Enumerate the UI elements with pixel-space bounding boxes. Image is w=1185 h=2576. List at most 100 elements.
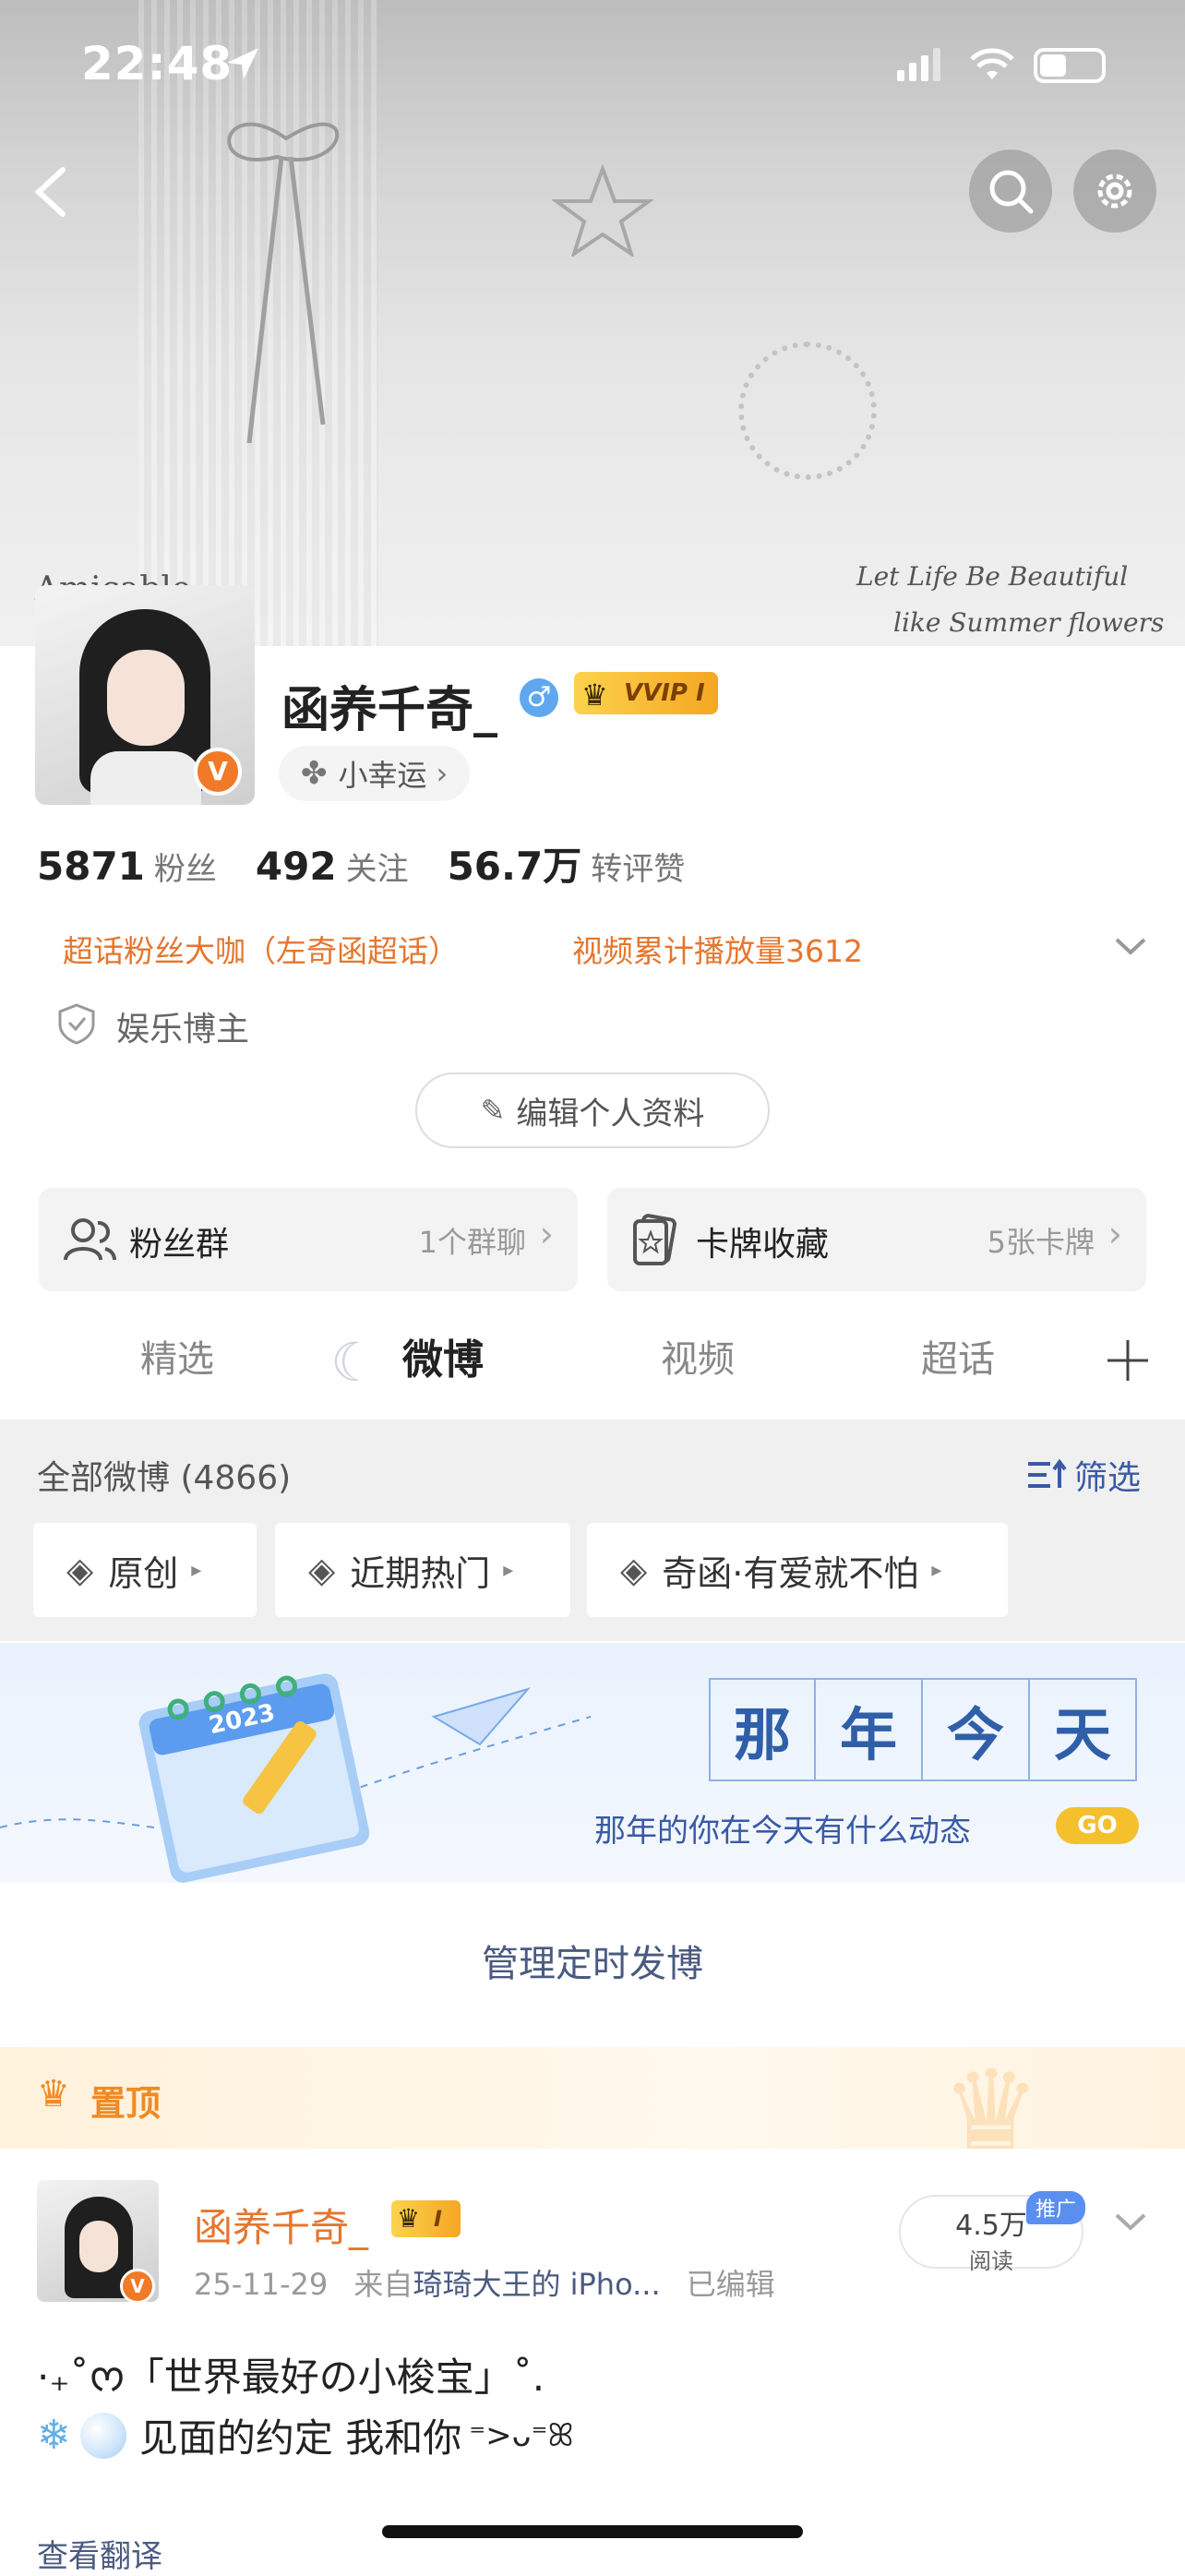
post-source-prefix: 来自 — [353, 2267, 413, 2302]
filter-chip-original[interactable]: ◈ 原创 ▸ — [33, 1523, 257, 1617]
banner-title: 那 年 今 天 — [709, 1678, 1137, 1781]
caret-right-icon: ▸ — [931, 1558, 942, 1582]
post-line-1: ·₊˚ᰔ「世界最好の小梭宝」˚. — [37, 2354, 545, 2400]
banner-title-char: 天 — [1030, 1678, 1137, 1781]
battery-icon — [1034, 48, 1106, 83]
card-collection-icon — [633, 1214, 676, 1265]
vip-badge[interactable]: ♛ VVIP I — [574, 672, 718, 714]
tab-weibo[interactable]: 微博 — [402, 1326, 484, 1385]
category-label: 娱乐博主 — [116, 1011, 250, 1048]
bow-decor — [227, 122, 340, 444]
snowflake-icon: ❄ — [37, 2412, 71, 2459]
caret-right-icon: ▸ — [191, 1558, 202, 1582]
following-label[interactable]: 关注 — [346, 844, 409, 889]
status-bar: 22:48 — [0, 0, 1185, 129]
handwriting-line: Let Life Be Beautiful — [856, 561, 1129, 592]
handwriting-line: like Summer flowers — [893, 607, 1165, 638]
signal-icon — [897, 48, 940, 81]
followers-count[interactable]: 5871 — [37, 844, 145, 889]
crown-icon: ♛ — [397, 2203, 421, 2234]
moon-icon: ☾ — [330, 1331, 378, 1394]
chevron-right-icon: › — [436, 756, 449, 791]
crown-icon: ♛ — [37, 2073, 70, 2115]
on-this-day-banner[interactable]: 2023 那 年 今 天 那年的你在今天有什么动态 GO — [0, 1643, 1185, 1883]
vip-level: I — [434, 2206, 442, 2232]
filter-button[interactable]: 筛选 — [1026, 1451, 1141, 1499]
post-edited: 已编辑 — [686, 2267, 775, 2302]
filter-chip-label: 近期热门 — [350, 1552, 491, 1594]
post-vip-badge: ♛ I — [391, 2200, 461, 2237]
honor-video-plays[interactable]: 视频累计播放量3612 — [572, 927, 863, 971]
people-icon — [64, 1218, 116, 1261]
followers-label[interactable]: 粉丝 — [154, 844, 217, 889]
go-button[interactable]: GO — [1056, 1807, 1139, 1844]
add-tab-icon[interactable] — [1106, 1338, 1150, 1383]
layers-icon: ◈ — [620, 1550, 648, 1590]
fan-group-label: 粉丝群 — [129, 1226, 230, 1264]
filter-chip-hot[interactable]: ◈ 近期热门 ▸ — [275, 1523, 570, 1617]
post-meta: 25-11-29 来自琦琦大王的 iPho... 已编辑 — [194, 2261, 775, 2304]
filter-chip-topic[interactable]: ◈ 奇函·有爱就不怕 ▸ — [587, 1523, 1008, 1617]
tab-supertopic[interactable]: 超话 — [921, 1329, 995, 1383]
location-arrow-icon — [227, 48, 258, 79]
vip-badge-label: VVIP I — [624, 679, 705, 707]
layers-icon: ◈ — [308, 1550, 336, 1590]
following-count[interactable]: 492 — [256, 844, 337, 889]
status-time: 22:48 — [81, 37, 233, 90]
caret-right-icon: ▸ — [503, 1558, 514, 1582]
tab-video[interactable]: 视频 — [661, 1329, 735, 1383]
post-author[interactable]: 函养千奇_ — [194, 2197, 368, 2253]
post-line-2: ❄ 见面的约定 我和你 ⁼>ᴗ⁼ꕤ — [37, 2407, 574, 2463]
search-button[interactable] — [969, 150, 1052, 233]
settings-button[interactable] — [1073, 150, 1156, 233]
chevron-right-icon: › — [539, 1214, 554, 1254]
back-icon[interactable] — [28, 164, 74, 220]
chevron-down-icon[interactable] — [1113, 2210, 1148, 2235]
pencil-icon: ✎ — [480, 1093, 506, 1128]
chevron-down-icon[interactable] — [1113, 934, 1148, 960]
edit-profile-label: 编辑个人资料 — [516, 1095, 705, 1132]
lucky-chip[interactable]: ✤ 小幸运 › — [279, 746, 471, 801]
feed-filter-bar: 全部微博 (4866) 筛选 ◈ 原创 ▸ ◈ 近期热门 ▸ ◈ 奇函·有爱就不怕 ▸ — [0, 1420, 1185, 1641]
banner-title-char: 那 — [709, 1678, 816, 1781]
card-collection-detail: 5张卡牌 — [987, 1225, 1095, 1260]
lucky-chip-label: 小幸运 — [338, 758, 427, 793]
star-decor — [552, 164, 653, 257]
promo-badge[interactable]: 推广 — [1026, 2191, 1086, 2224]
card-collection-card[interactable]: 卡牌收藏 5张卡牌 › — [607, 1188, 1146, 1291]
pinned-label: 置顶 — [90, 2083, 162, 2124]
banner-title-char: 年 — [816, 1678, 923, 1781]
banner-subtitle: 那年的你在今天有什么动态 — [594, 1813, 971, 1850]
clover-icon: ✤ — [301, 755, 328, 792]
wifi-icon — [970, 48, 1014, 79]
filter-label: 筛选 — [1074, 1459, 1142, 1497]
post-kaomoji: ⁼>ᴗ⁼ꕤ — [469, 2416, 574, 2454]
chevron-right-icon: › — [1107, 1214, 1122, 1254]
filter-icon — [1028, 1458, 1067, 1488]
pinned-header: ♛ 置顶 ♛ — [0, 2047, 1185, 2175]
likes-label[interactable]: 转评赞 — [591, 844, 685, 889]
home-indicator[interactable] — [382, 2525, 803, 2538]
post-date: 25-11-29 — [194, 2267, 329, 2302]
edit-profile-button[interactable]: ✎ 编辑个人资料 — [415, 1072, 770, 1148]
stats-row: 5871 粉丝 492 关注 56.7万 转评赞 — [37, 835, 685, 892]
verified-badge-icon: V — [120, 2269, 155, 2304]
translate-link[interactable]: 查看翻译 — [37, 2531, 162, 2576]
stamp-decor — [738, 341, 877, 480]
fan-group-detail: 1个群聊 — [418, 1225, 526, 1260]
card-collection-label: 卡牌收藏 — [696, 1226, 830, 1264]
banner-title-char: 今 — [923, 1678, 1030, 1781]
profile-cover: Amicable Let Life Be Beautiful like Summ… — [0, 0, 1185, 665]
honor-supertopic[interactable]: 超话粉丝大咖（左奇函超话） — [63, 927, 459, 971]
fan-group-card[interactable]: 粉丝群 1个群聊 › — [39, 1188, 578, 1291]
pinned-post[interactable]: V 函养千奇_ ♛ I 25-11-29 来自琦琦大王的 iPho... 已编辑… — [0, 2149, 1185, 2575]
schedule-posts-button[interactable]: 管理定时发博 — [0, 1909, 1185, 2019]
likes-count[interactable]: 56.7万 — [448, 835, 582, 892]
layers-icon: ◈ — [66, 1550, 94, 1590]
all-posts-count: 全部微博 (4866) — [37, 1459, 292, 1497]
male-icon: ♂ — [520, 678, 558, 717]
filter-chip-label: 原创 — [108, 1552, 179, 1594]
verified-badge-icon: V — [194, 748, 242, 796]
post-source[interactable]: 琦琦大王的 iPho... — [413, 2267, 660, 2302]
tab-featured[interactable]: 精选 — [140, 1329, 214, 1383]
